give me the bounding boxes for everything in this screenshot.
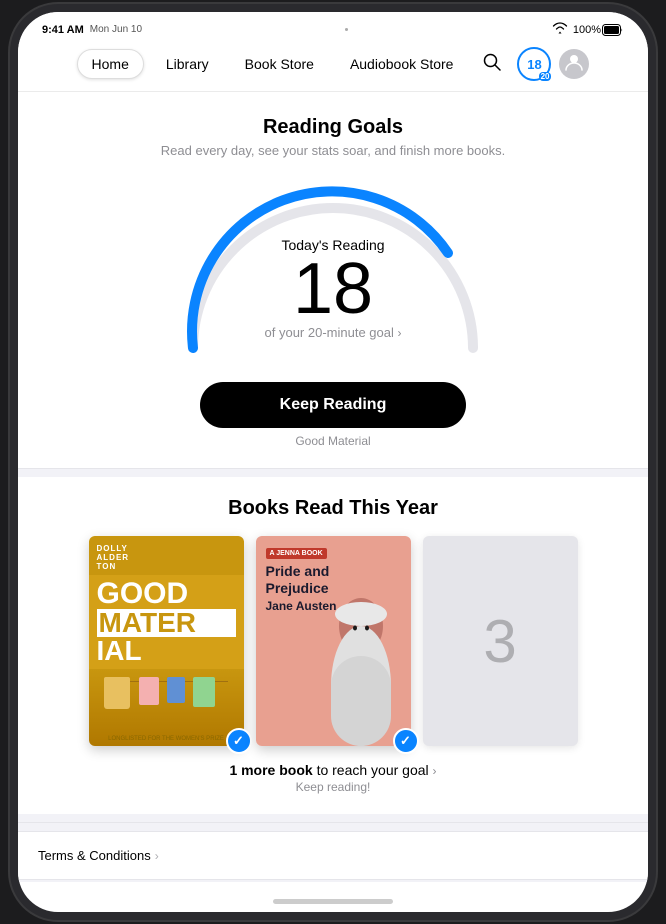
reading-goals-subtitle: Read every day, see your stats soar, and… (38, 143, 628, 158)
nav-book-store[interactable]: Book Store (231, 50, 328, 78)
pp-figure (311, 596, 411, 746)
goal-more-books: 1 more book (229, 762, 312, 778)
badge-number: 18 (527, 57, 541, 72)
goal-subtext: Keep reading! (38, 780, 628, 794)
divider-1 (18, 468, 648, 469)
books-grid: DOLLY ALDER TON GOOD MATER IAL (38, 536, 628, 746)
status-date: Mon Jun 10 (90, 24, 142, 35)
books-title: Books Read This Year (38, 497, 628, 520)
reading-goals-title: Reading Goals (38, 116, 628, 139)
terms-chevron: › (155, 849, 159, 863)
main-content: Reading Goals Read every day, see your s… (18, 92, 648, 882)
book-good-material-check: ✓ (226, 728, 252, 754)
nav-library[interactable]: Library (152, 50, 223, 78)
divider-2 (18, 822, 648, 823)
search-icon[interactable] (475, 49, 509, 80)
goal-reach-text: to reach your goal (317, 762, 433, 778)
keep-reading-subtitle: Good Material (38, 434, 628, 448)
goal-chevron: › (397, 326, 401, 340)
reading-badge[interactable]: 18 20 (517, 47, 551, 81)
home-indicator (273, 899, 393, 904)
pp-badge: A JENNA BOOK (266, 548, 327, 559)
badge-sub: 20 (539, 72, 552, 81)
nav-home[interactable]: Home (77, 49, 144, 79)
terms-section: Terms & Conditions › (18, 831, 648, 880)
reading-gauge: Today's Reading 18 of your 20-minute goa… (173, 178, 493, 358)
books-section: Books Read This Year DOLLY ALDER TON (18, 477, 648, 814)
reading-goals-section: Reading Goals Read every day, see your s… (18, 92, 648, 468)
person-icon (565, 53, 583, 76)
goal-arrow: › (433, 764, 437, 778)
profile-icon[interactable] (559, 49, 589, 79)
book-pride-prejudice-check: ✓ (393, 728, 419, 754)
status-time: 9:41 AM (42, 24, 84, 36)
gauge-goal[interactable]: of your 20-minute goal › (265, 325, 402, 340)
pp-title: Pride andPrejudice (266, 563, 330, 597)
status-icons: 100% (551, 22, 624, 37)
bottom-spacer (18, 880, 648, 882)
book-good-material[interactable]: DOLLY ALDER TON GOOD MATER IAL (89, 536, 244, 746)
book-placeholder: 3 (423, 536, 578, 746)
wifi-icon (551, 22, 569, 37)
terms-label: Terms & Conditions (38, 848, 151, 863)
top-dot (345, 28, 348, 31)
gauge-center: Today's Reading 18 of your 20-minute goa… (265, 237, 402, 340)
keep-reading-button[interactable]: Keep Reading (200, 382, 467, 428)
nav-audiobook-store[interactable]: Audiobook Store (336, 50, 468, 78)
status-bar: 9:41 AM Mon Jun 10 100% (18, 12, 648, 41)
battery-icon: 100% (573, 24, 624, 36)
nav-bar: Home Library Book Store Audiobook Store … (18, 41, 648, 92)
placeholder-number: 3 (483, 607, 516, 676)
minutes-read: 18 (293, 249, 373, 329)
book-pride-prejudice[interactable]: A JENNA BOOK Pride andPrejudice Jane Aus… (256, 536, 411, 746)
terms-link[interactable]: Terms & Conditions › (38, 848, 628, 863)
goal-progress-text[interactable]: 1 more book to reach your goal › (38, 762, 628, 778)
goal-text: of your 20-minute goal (265, 325, 394, 340)
